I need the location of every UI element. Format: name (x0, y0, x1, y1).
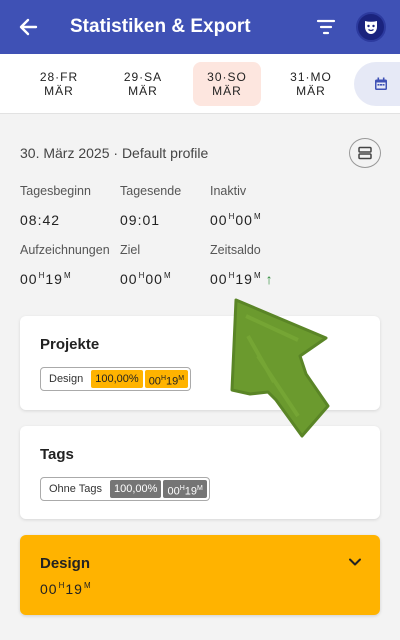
metric-value: 08:42 (20, 212, 61, 228)
arrow-up-icon: ↑ (265, 271, 274, 287)
arrow-left-icon (19, 18, 38, 36)
chip-percent: 100,00% (110, 480, 162, 498)
view-rows-icon (358, 146, 372, 160)
chip-duration: 00H19M (163, 480, 207, 498)
metric-value: 09:01 (120, 212, 161, 228)
date-item-month: MÄR (44, 84, 74, 98)
card-title: Tags (40, 446, 74, 463)
date-item-28[interactable]: 28·FR MÄR (25, 62, 93, 106)
summary-heading: 30. März 2025 · Default profile (20, 145, 209, 161)
back-button[interactable] (0, 0, 56, 54)
calendar-button[interactable] (354, 62, 400, 106)
date-item-day: 30·SO (207, 70, 247, 84)
metric-ziel: Ziel 00H00M (120, 243, 172, 287)
chip-label: Ohne Tags (49, 483, 103, 495)
date-item-month: MÄR (296, 84, 326, 98)
layout-toggle-button[interactable] (349, 138, 381, 168)
chevron-down-icon[interactable] (348, 555, 362, 569)
project-chip[interactable]: Design 100,00% 00H19M (40, 367, 192, 391)
metric-label: Ziel (120, 243, 141, 257)
metric-label: Tagesende (120, 184, 182, 198)
card-title: Projekte (40, 336, 100, 353)
mask-icon (365, 21, 377, 34)
page-title: Statistiken & Export (70, 16, 251, 37)
metric-label: Tagesbeginn (20, 184, 91, 198)
date-item-31[interactable]: 31·MO MÄR (277, 62, 345, 106)
chip-duration: 00H19M (144, 370, 189, 388)
metric-value: 00H00M (120, 271, 171, 287)
date-item-day: 29·SA (123, 70, 163, 84)
tag-chip[interactable]: Ohne Tags 100,00% 00H19M (40, 477, 210, 501)
design-project-card[interactable]: Design 00H19M (20, 535, 380, 615)
date-item-month: MÄR (128, 84, 158, 98)
date-item-day: 31·MO (290, 70, 332, 84)
metric-value: 00H19M (20, 271, 71, 287)
date-strip: 28·FR MÄR 29·SA MÄR 30·SO MÄR 31·MO MÄR (0, 54, 400, 114)
metric-label: Zeitsaldo (210, 243, 261, 257)
profile-avatar[interactable] (356, 12, 386, 42)
metric-inaktiv: Inaktiv 00H00M (210, 184, 262, 228)
date-item-30-selected[interactable]: 30·SO MÄR (193, 62, 261, 106)
metric-value: 00H19M ↑ (210, 271, 274, 287)
metric-label: Inaktiv (210, 184, 247, 198)
calendar-icon (375, 77, 387, 90)
app-bar: Statistiken & Export (0, 0, 400, 54)
date-item-month: MÄR (212, 84, 242, 98)
metric-aufzeichnungen: Aufzeichnungen 00H19M (20, 243, 110, 287)
filter-button[interactable] (306, 0, 346, 54)
chip-label: Design (49, 373, 84, 385)
metric-zeitsaldo: Zeitsaldo 00H19M ↑ (210, 243, 274, 287)
card-title: Design (40, 555, 91, 572)
date-item-day: 28·FR (39, 70, 79, 84)
card-duration: 00H19M (40, 581, 91, 597)
metric-label: Aufzeichnungen (20, 243, 110, 257)
metric-tagesbeginn: Tagesbeginn 08:42 (20, 184, 91, 228)
metric-value: 00H00M (210, 212, 261, 228)
projects-card[interactable]: Projekte Design 100,00% 00H19M (20, 316, 380, 410)
filter-icon (316, 19, 336, 35)
date-item-29[interactable]: 29·SA MÄR (109, 62, 177, 106)
metric-tagesende: Tagesende 09:01 (120, 184, 181, 228)
chip-percent: 100,00% (91, 370, 143, 388)
tags-card[interactable]: Tags Ohne Tags 100,00% 00H19M (20, 426, 380, 519)
